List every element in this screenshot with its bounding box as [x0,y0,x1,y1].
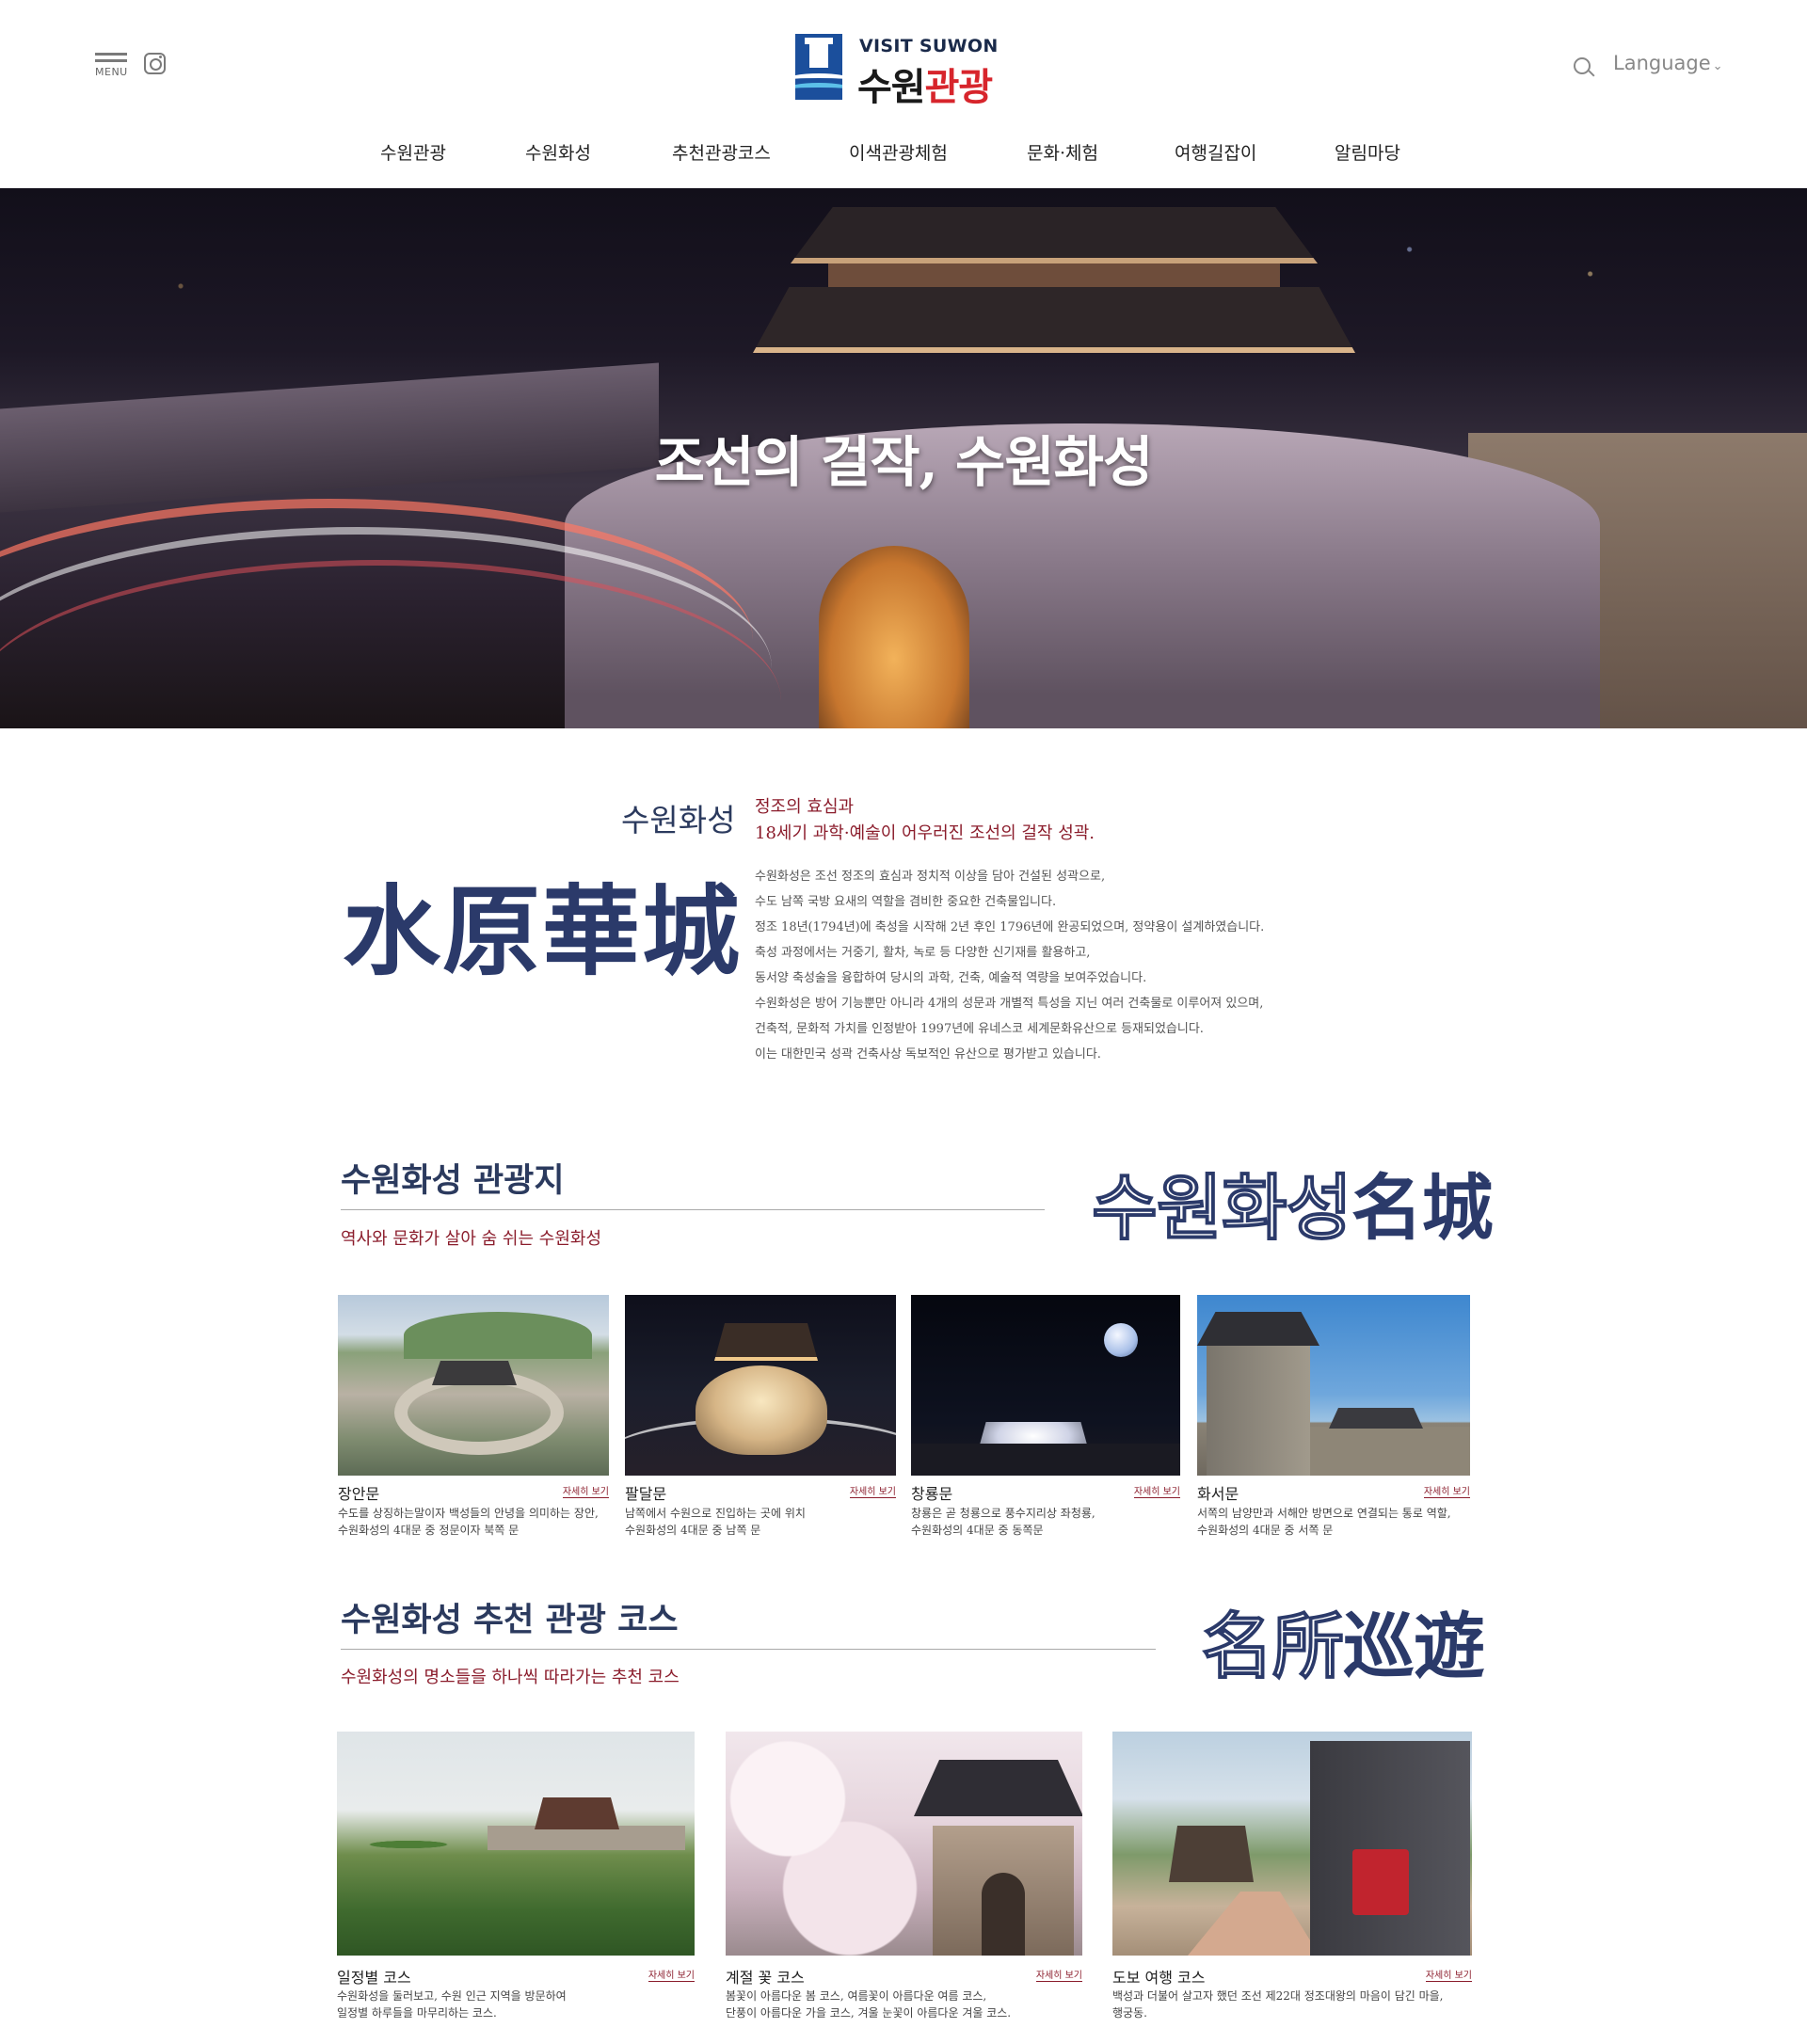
course-image[interactable] [337,1732,695,1956]
courses-decorative-title: 名所巡遊 [1201,1589,1485,1692]
site-header: MENU VISIT SUWON 수원관광 Language ⌄ 수원관광 수원화… [0,0,1807,188]
attraction-name[interactable]: 화서문 [1197,1481,1239,1504]
attraction-desc: 수도를 상징하는말이자 백성들의 안녕을 의미하는 장안, [338,1507,599,1520]
course-name[interactable]: 도보 여행 코스 [1112,1965,1206,1988]
intro-subtitle-line1: 정조의 효심과 [755,797,855,817]
nav-item-hwaseong[interactable]: 수원화성 [525,139,591,165]
course-desc: 백성과 더불어 살고자 했던 조선 제22대 정조대왕의 마음이 담긴 마을, [1112,1989,1444,2003]
attraction-desc: 수원화성의 4대문 중 정문이자 북쪽 문 [338,1524,520,1537]
attraction-desc: 서쪽의 남양만과 서해안 방면으로 연결되는 통로 역할, [1197,1507,1451,1520]
intro-body-line: 동서양 축성술을 융합하여 당시의 과학, 건축, 예술적 역량을 보여주었습니… [755,971,1147,985]
logo-english: VISIT SUWON [859,36,999,56]
attraction-desc: 수원화성의 4대문 중 동쪽문 [911,1524,1044,1537]
logo-korean-accent: 관광 [924,66,994,109]
courses-title: 수원화성 추천 관광 코스 [341,1601,679,1639]
hero-title: 조선의 걸작, 수원화성 [654,430,1154,494]
intro-body-line: 건축적, 문화적 가치를 인정받아 1997년에 유네스코 세계문화유산으로 등… [755,1022,1204,1036]
intro-body-line: 이는 대한민국 성곽 건축사상 독보적인 유산으로 평가받고 있습니다. [755,1047,1101,1062]
language-select[interactable]: Language ⌄ [1613,52,1723,74]
attraction-card-paldalmun[interactable]: 팔달문 자세히 보기 남쪽에서 수원으로 진입하는 곳에 위치 수원화성의 4대… [625,1295,896,1549]
attraction-desc: 수원화성의 4대문 중 서쪽 문 [1197,1524,1334,1537]
language-label: Language [1613,52,1711,74]
attractions-divider [341,1209,1045,1210]
course-desc: 일정별 하루들을 마무리하는 코스. [337,2006,497,2020]
intro-body-line: 축성 과정에서는 거중기, 활차, 녹로 등 다양한 신기재를 활용하고, [755,946,1091,960]
intro-body-line: 수원화성은 조선 정조의 효심과 정치적 이상을 담아 건설된 성곽으로, [755,870,1106,884]
search-icon[interactable] [1574,57,1591,74]
courses-divider [341,1649,1156,1650]
nav-item-suwon-tour[interactable]: 수원관광 [380,139,446,165]
course-image[interactable] [1112,1732,1472,1956]
intro-hanja-title: 水原華城 [343,873,743,989]
intro-kicker: 수원화성 [621,802,736,838]
course-card-walking-tour[interactable]: 도보 여행 코스 자세히 보기 백성과 더불어 살고자 했던 조선 제22대 정… [1112,1732,1472,2023]
more-link[interactable]: 자세히 보기 [1423,1483,1470,1498]
course-desc: 단풍이 아름다운 가을 코스, 겨울 눈꽃이 아름다운 겨울 코스. [726,2006,1012,2020]
course-card-seasonal-flowers[interactable]: 계절 꽃 코스 자세히 보기 봄꽃이 아름다운 봄 코스, 여름꽃이 아름다운 … [726,1732,1082,2023]
attraction-card-changnyongmun[interactable]: 창룡문 자세히 보기 창룡은 곧 청룡으로 풍수지리상 좌청룡, 수원화성의 4… [911,1295,1180,1549]
deco-solid-text: 名城 [1351,1166,1494,1250]
course-desc: 행궁동. [1112,2006,1147,2020]
intro-body-line: 수도 남쪽 국방 요새의 역할을 겸비한 중요한 건축물입니다. [755,895,1057,909]
attraction-name[interactable]: 팔달문 [625,1481,666,1504]
deco-solid-text: 巡遊 [1343,1605,1485,1688]
course-image[interactable] [726,1732,1082,1956]
attractions-subtitle: 역사와 문화가 살아 숨 쉬는 수원화성 [341,1229,602,1249]
nav-item-notice[interactable]: 알림마당 [1335,139,1400,165]
attraction-desc: 남쪽에서 수원으로 진입하는 곳에 위치 [625,1507,806,1520]
site-logo[interactable]: VISIT SUWON 수원관광 [795,34,1012,109]
intro-body-line: 수원화성은 방어 기능뿐만 아니라 4개의 성문과 개별적 특성을 지닌 여러 … [755,997,1264,1011]
more-link[interactable]: 자세히 보기 [648,1967,695,1982]
course-name[interactable]: 일정별 코스 [337,1965,411,1988]
nav-item-culture-experience[interactable]: 문화·체험 [1027,139,1098,165]
courses-subtitle: 수원화성의 명소들을 하나씩 따라가는 추천 코스 [341,1668,680,1687]
menu-label: MENU [95,66,128,78]
menu-icon [95,53,127,56]
deco-outline-text: 수원화성 [1091,1165,1352,1251]
nav-item-unique-experience[interactable]: 이색관광체험 [849,139,948,165]
attractions-decorative-title: 수원화성名城 [1091,1150,1494,1254]
logo-korean-main: 수원 [857,66,926,109]
intro-body-line: 정조 18년(1794년)에 축성을 시작해 2년 후인 1796년에 완공되었… [755,920,1265,934]
attraction-card-hwaseomun[interactable]: 화서문 자세히 보기 서쪽의 남양만과 서해안 방면으로 연결되는 통로 역할,… [1197,1295,1470,1549]
attraction-image[interactable] [338,1295,609,1476]
course-desc: 봄꽃이 아름다운 봄 코스, 여름꽃이 아름다운 여름 코스, [726,1989,987,2003]
nav-item-travel-guide[interactable]: 여행길잡이 [1175,139,1256,165]
intro-body: 수원화성은 조선 정조의 효심과 정치적 이상을 담아 건설된 성곽으로, 수도… [755,864,1319,1067]
attraction-name[interactable]: 창룡문 [911,1481,952,1504]
intro-subtitle-line2: 18세기 과학·예술이 어우러진 조선의 걸작 성곽. [755,823,1095,843]
attraction-desc: 창룡은 곧 청룡으로 풍수지리상 좌청룡, [911,1507,1095,1520]
course-desc: 수원화성을 둘러보고, 수원 인근 지역을 방문하여 [337,1989,567,2003]
menu-icon-bar [95,59,127,62]
instagram-icon[interactable] [144,53,166,74]
attraction-card-janganmun[interactable]: 장안문 자세히 보기 수도를 상징하는말이자 백성들의 안녕을 의미하는 장안,… [338,1295,609,1549]
chevron-down-icon: ⌄ [1712,59,1723,73]
course-name[interactable]: 계절 꽃 코스 [726,1965,805,1988]
more-link[interactable]: 자세히 보기 [1035,1967,1082,1982]
more-link[interactable]: 자세히 보기 [1133,1483,1180,1498]
attraction-desc: 수원화성의 4대문 중 남쪽 문 [625,1524,761,1537]
nav-item-recommended-courses[interactable]: 추천관광코스 [672,139,771,165]
main-navigation: 수원관광 수원화성 추천관광코스 이색관광체험 문화·체험 여행길잡이 알림마당 [0,139,1807,168]
attraction-image[interactable] [1197,1295,1470,1476]
attraction-image[interactable] [625,1295,896,1476]
attraction-name[interactable]: 장안문 [338,1481,379,1504]
menu-button[interactable]: MENU [95,53,129,83]
logo-emblem [795,34,842,100]
deco-outline-text: 名所 [1201,1604,1345,1689]
attraction-image[interactable] [911,1295,1180,1476]
more-link[interactable]: 자세히 보기 [1425,1967,1472,1982]
logo-korean: 수원관광 [857,56,994,111]
course-card-schedule[interactable]: 일정별 코스 자세히 보기 수원화성을 둘러보고, 수원 인근 지역을 방문하여… [337,1732,695,2023]
attractions-title: 수원화성 관광지 [341,1161,565,1200]
more-link[interactable]: 자세히 보기 [849,1483,896,1498]
more-link[interactable]: 자세히 보기 [562,1483,609,1498]
